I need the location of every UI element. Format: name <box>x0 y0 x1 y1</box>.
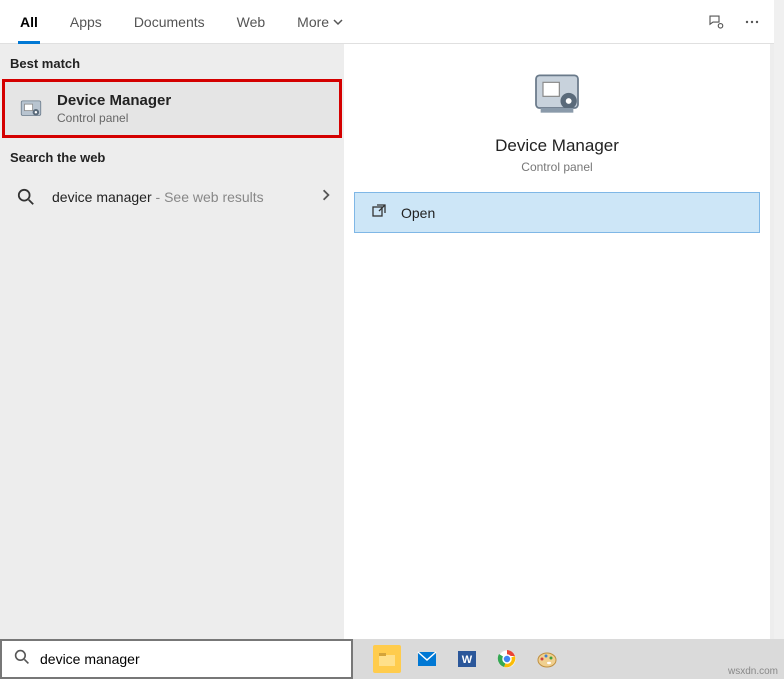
tab-more[interactable]: More <box>281 0 359 44</box>
result-subtitle: Control panel <box>57 111 327 125</box>
tab-documents[interactable]: Documents <box>118 0 221 44</box>
tab-more-label: More <box>297 14 329 30</box>
open-label: Open <box>401 205 435 221</box>
open-action[interactable]: Open <box>354 192 760 233</box>
more-options-icon[interactable] <box>734 4 770 40</box>
preview-subtitle: Control panel <box>521 160 592 174</box>
web-result-query: device manager <box>52 189 152 205</box>
best-match-label: Best match <box>0 44 344 79</box>
preview-column: Device Manager Control panel Open <box>344 44 770 665</box>
web-result-text: device manager - See web results <box>52 189 308 205</box>
device-manager-icon <box>17 95 45 123</box>
chrome-icon[interactable] <box>493 645 521 673</box>
word-icon[interactable]: W <box>453 645 481 673</box>
taskbar: W <box>353 639 784 679</box>
watermark: wsxdn.com <box>728 666 778 677</box>
search-input[interactable] <box>40 651 339 667</box>
tab-apps[interactable]: Apps <box>54 0 118 44</box>
paint-icon[interactable] <box>533 645 561 673</box>
result-device-manager[interactable]: Device Manager Control panel <box>2 79 342 138</box>
search-web-label: Search the web <box>0 138 344 173</box>
web-result-item[interactable]: device manager - See web results <box>0 173 344 221</box>
search-icon <box>14 649 30 670</box>
chevron-down-icon <box>333 14 343 30</box>
mail-icon[interactable] <box>413 645 441 673</box>
tabs-bar: All Apps Documents Web More <box>0 0 774 44</box>
search-box[interactable] <box>0 639 353 679</box>
file-explorer-icon[interactable] <box>373 645 401 673</box>
chevron-right-icon <box>320 188 332 206</box>
svg-text:W: W <box>462 654 473 666</box>
preview-title: Device Manager <box>495 136 619 156</box>
feedback-icon[interactable] <box>698 4 734 40</box>
result-title: Device Manager <box>57 92 327 109</box>
preview-device-manager-icon <box>529 66 585 122</box>
tab-all[interactable]: All <box>4 0 54 44</box>
tab-web[interactable]: Web <box>221 0 282 44</box>
results-column: Best match Device Manager Control panel … <box>0 44 344 669</box>
open-icon <box>371 203 387 222</box>
web-result-suffix: - See web results <box>152 189 264 205</box>
search-icon <box>12 183 40 211</box>
